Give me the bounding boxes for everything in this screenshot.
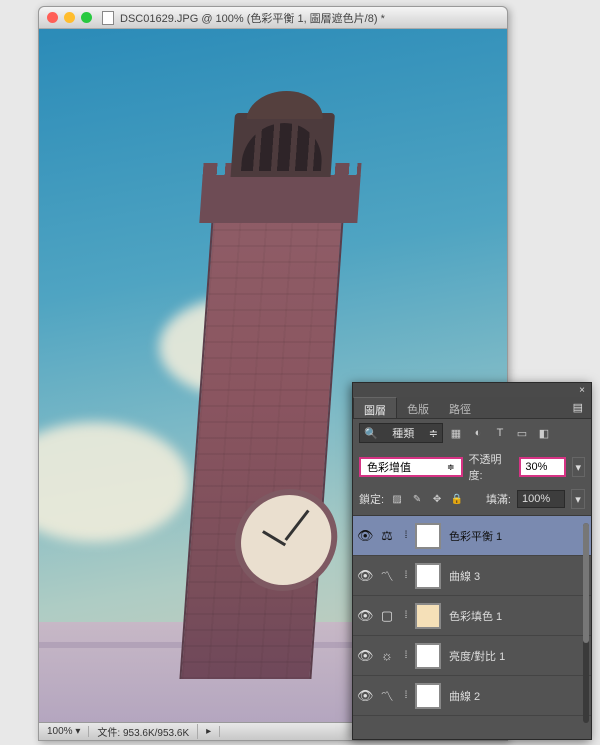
- window-title: DSC01629.JPG @ 100% (色彩平衡 1, 圖層遮色片/8) *: [120, 10, 385, 26]
- layer-row[interactable]: 👁⚖ ⁞ 色彩平衡 1: [353, 516, 591, 556]
- opacity-label: 不透明度:: [469, 451, 514, 483]
- link-icon: ⁞: [401, 690, 411, 701]
- layer-row[interactable]: 👁〽 ⁞ 曲線 3: [353, 556, 591, 596]
- layers-panel: × 圖層 色版 路徑 ▤ 🔍種類≑ ▦ ◐ T ▭ ◧ 色彩增值≑ 不透明度: …: [352, 382, 592, 740]
- opacity-input[interactable]: 30%: [519, 457, 565, 477]
- panel-header[interactable]: ×: [353, 383, 591, 397]
- scrollbar-thumb[interactable]: [583, 523, 589, 643]
- layer-row[interactable]: 👁▢ ⁞ 色彩填色 1: [353, 596, 591, 636]
- fill-stepper[interactable]: ▾: [571, 489, 585, 509]
- visibility-toggle[interactable]: 👁: [357, 688, 373, 704]
- adjustment-icon: ▢: [377, 606, 397, 626]
- adjustment-filter-icon[interactable]: ◐: [471, 426, 485, 440]
- image-filter-icon[interactable]: ▦: [449, 426, 463, 440]
- document-icon: [102, 11, 114, 25]
- zoom-level[interactable]: 100% ▾: [39, 726, 89, 737]
- mask-thumbnail[interactable]: [415, 523, 441, 549]
- scrollbar[interactable]: [583, 523, 589, 723]
- opacity-stepper[interactable]: ▾: [572, 457, 585, 477]
- link-icon: ⁞: [401, 610, 411, 621]
- filter-row: 🔍種類≑ ▦ ◐ T ▭ ◧: [353, 419, 591, 447]
- type-filter-icon[interactable]: T: [493, 426, 507, 440]
- zoom-window-button[interactable]: [81, 12, 92, 23]
- shape-filter-icon[interactable]: ▭: [515, 426, 529, 440]
- link-icon: ⁞: [401, 570, 411, 581]
- visibility-toggle[interactable]: 👁: [357, 528, 373, 544]
- layer-name[interactable]: 色彩填色 1: [445, 608, 587, 624]
- tab-paths[interactable]: 路徑: [439, 397, 481, 418]
- adjustment-icon: ⚖: [377, 526, 397, 546]
- zoom-menu-icon[interactable]: ▾: [75, 726, 80, 737]
- layer-name[interactable]: 亮度/對比 1: [445, 648, 587, 664]
- smart-filter-icon[interactable]: ◧: [537, 426, 551, 440]
- status-menu-icon[interactable]: ▸: [198, 726, 220, 737]
- layers-list: 👁⚖⁞色彩平衡 1👁〽⁞曲線 3👁▢⁞色彩填色 1👁☼⁞亮度/對比 1👁〽⁞曲線…: [353, 516, 591, 736]
- adjustment-icon: 〽: [377, 566, 397, 586]
- window-controls: [47, 12, 92, 23]
- fill-input[interactable]: 100%: [517, 490, 565, 508]
- lock-row: 鎖定: ▨ ✎ ✥ 🔒 填滿: 100% ▾: [353, 487, 591, 516]
- lock-label: 鎖定:: [359, 491, 384, 507]
- lock-all-icon[interactable]: 🔒: [450, 492, 464, 506]
- fill-label: 填滿:: [486, 491, 511, 507]
- adjustment-icon: 〽: [377, 686, 397, 706]
- link-icon: ⁞: [401, 530, 411, 541]
- layer-name[interactable]: 曲線 3: [445, 568, 587, 584]
- mask-thumbnail[interactable]: [415, 563, 441, 589]
- visibility-toggle[interactable]: 👁: [357, 648, 373, 664]
- blend-mode-select[interactable]: 色彩增值≑: [359, 457, 463, 477]
- lock-pixels-icon[interactable]: ▨: [390, 492, 404, 506]
- layer-name[interactable]: 色彩平衡 1: [445, 528, 587, 544]
- layer-row[interactable]: 👁☼ ⁞ 亮度/對比 1: [353, 636, 591, 676]
- link-icon: ⁞: [401, 650, 411, 661]
- panel-close-icon[interactable]: ×: [579, 385, 585, 396]
- layer-row[interactable]: 👁〽 ⁞ 曲線 2: [353, 676, 591, 716]
- kind-select[interactable]: 🔍種類≑: [359, 423, 443, 443]
- tab-channels[interactable]: 色版: [397, 397, 439, 418]
- lock-brush-icon[interactable]: ✎: [410, 492, 424, 506]
- close-window-button[interactable]: [47, 12, 58, 23]
- blend-row: 色彩增值≑ 不透明度: 30% ▾: [353, 447, 591, 487]
- panel-menu-icon[interactable]: ▤: [565, 397, 591, 418]
- visibility-toggle[interactable]: 👁: [357, 568, 373, 584]
- visibility-toggle[interactable]: 👁: [357, 608, 373, 624]
- mask-thumbnail[interactable]: [415, 643, 441, 669]
- panel-tabs: 圖層 色版 路徑 ▤: [353, 397, 591, 419]
- minimize-window-button[interactable]: [64, 12, 75, 23]
- lock-move-icon[interactable]: ✥: [430, 492, 444, 506]
- adjustment-icon: ☼: [377, 646, 397, 666]
- filter-icons: ▦ ◐ T ▭ ◧: [449, 426, 551, 440]
- titlebar: DSC01629.JPG @ 100% (色彩平衡 1, 圖層遮色片/8) *: [39, 7, 507, 29]
- tab-layers[interactable]: 圖層: [353, 397, 397, 418]
- file-size: 文件: 953.6K/953.6K: [89, 724, 198, 739]
- layer-name[interactable]: 曲線 2: [445, 688, 587, 704]
- mask-thumbnail[interactable]: [415, 683, 441, 709]
- mask-thumbnail[interactable]: [415, 603, 441, 629]
